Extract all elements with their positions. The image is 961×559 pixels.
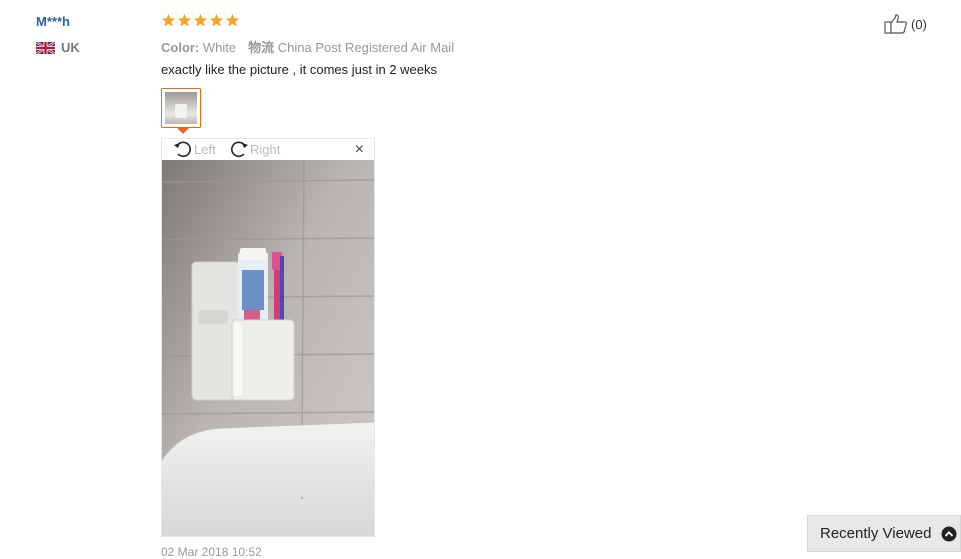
- recently-viewed-label: Recently Viewed: [820, 525, 932, 542]
- rotate-left-button[interactable]: Left: [172, 138, 216, 160]
- rotate-right-label: Right: [250, 141, 281, 157]
- star-icon: [177, 13, 192, 27]
- thumbnail-image: [165, 92, 197, 124]
- country-label: UK: [61, 40, 80, 55]
- star-rating: [161, 13, 240, 28]
- review-text: exactly like the picture , it comes just…: [161, 62, 438, 77]
- rotate-left-label: Left: [194, 141, 216, 157]
- review-meta: Color: White 物流 China Post Registered Air…: [161, 37, 454, 56]
- star-icon: [193, 13, 208, 27]
- close-icon: ×: [354, 141, 364, 158]
- recently-viewed-button[interactable]: Recently Viewed: [807, 515, 961, 552]
- helpful-button[interactable]: (0): [884, 14, 927, 34]
- reviewer-name: M***h: [36, 14, 70, 29]
- star-icon: [225, 13, 240, 27]
- review-photo-thumbnail[interactable]: [161, 88, 201, 128]
- uk-flag-icon: [36, 41, 55, 54]
- color-value: White: [202, 40, 237, 55]
- close-viewer-button[interactable]: ×: [355, 141, 364, 159]
- reviewer-country: UK: [36, 40, 80, 55]
- shipping-value: China Post Registered Air Mail: [277, 40, 455, 55]
- rotate-right-button[interactable]: Right: [228, 138, 280, 160]
- shipping-key: 物流: [248, 40, 275, 55]
- star-icon: [209, 13, 224, 27]
- review-photo: [162, 160, 374, 536]
- viewer-toolbar: Left Right ×: [162, 139, 374, 160]
- star-icon: [161, 13, 176, 27]
- thumbnail-active-indicator: [177, 128, 189, 134]
- thumbs-up-icon: [884, 14, 907, 34]
- rotate-left-icon: [174, 141, 191, 158]
- review-date: 02 Mar 2018 10:52: [161, 545, 262, 559]
- helpful-count: (0): [911, 16, 927, 32]
- chevron-up-circle-icon: [941, 526, 957, 541]
- photo-viewer: Left Right ×: [161, 138, 375, 537]
- color-key: Color:: [161, 40, 200, 55]
- rotate-right-icon: [231, 141, 248, 158]
